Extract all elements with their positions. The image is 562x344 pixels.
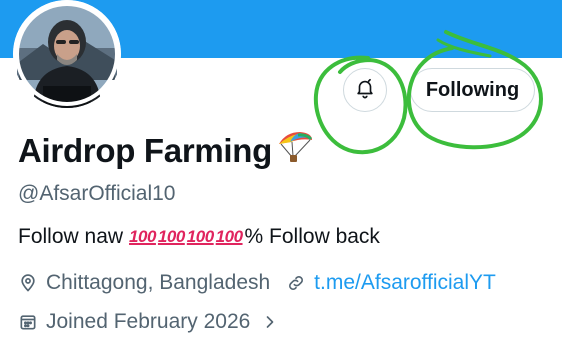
chevron-right-icon[interactable]	[262, 312, 278, 332]
bio-text-end: % Follow back	[244, 225, 380, 248]
profile-handle: @AfsarOfficial10	[18, 182, 176, 205]
link-icon	[286, 273, 306, 293]
hundred-points-emoji: 100	[157, 227, 185, 246]
hundred-points-emoji: 100	[215, 227, 243, 246]
profile-meta-row: Chittagong, Bangladesh t.me/Afsarofficia…	[18, 271, 496, 295]
following-button[interactable]: Following	[410, 68, 535, 112]
location-pin-icon	[18, 273, 38, 293]
bell-icon	[354, 77, 376, 104]
hundred-points-emoji: 100	[186, 227, 214, 246]
notifications-button[interactable]	[343, 68, 387, 112]
bio-text-start: Follow naw	[18, 225, 124, 248]
hundred-points-emojis: 100 100 100 100	[129, 227, 245, 247]
display-name-text: Airdrop Farming	[18, 132, 273, 169]
hundred-points-emoji: 100	[129, 227, 156, 246]
calendar-icon	[18, 312, 38, 332]
profile-bio: Follow naw 100 100 100 100 % Follow back	[18, 225, 380, 249]
profile-location: Chittagong, Bangladesh	[46, 271, 271, 294]
profile-display-name: Airdrop Farming	[18, 130, 314, 172]
avatar-photo	[13, 0, 121, 108]
profile-joined-date: Joined February 2026	[46, 310, 251, 333]
following-label: Following	[425, 78, 520, 101]
profile-website-link[interactable]: t.me/AfsarofficialYT	[314, 271, 496, 295]
parachute-emoji	[276, 130, 314, 172]
avatar[interactable]	[13, 0, 121, 108]
profile-meta-row: Joined February 2026	[18, 310, 286, 334]
